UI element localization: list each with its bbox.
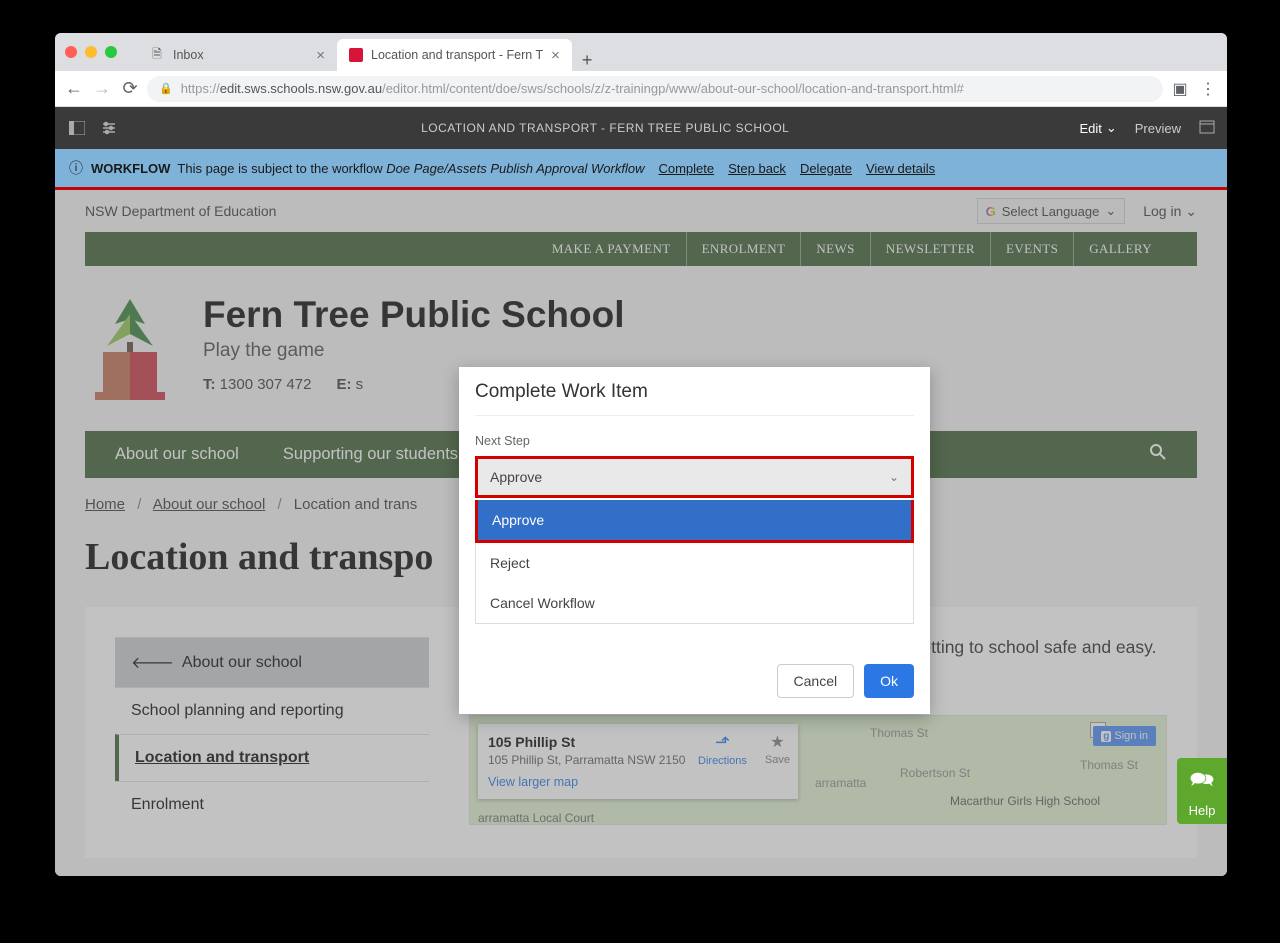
workflow-delegate-link[interactable]: Delegate (800, 161, 852, 176)
new-tab-button[interactable]: + (572, 50, 603, 71)
chevron-down-icon: ⌄ (1106, 120, 1117, 136)
side-panel-icon[interactable] (67, 118, 87, 138)
nav-supporting[interactable]: Supporting our students (283, 445, 458, 465)
browser-window: 🗎 Inbox × Location and transport - Fern … (55, 33, 1227, 876)
settings-icon[interactable] (99, 118, 119, 138)
reload-button[interactable]: ⟳ (119, 78, 141, 99)
workflow-stepback-link[interactable]: Step back (728, 161, 786, 176)
sidebar: 🡐 About our school School planning and r… (115, 637, 429, 828)
dept-label: NSW Department of Education (85, 203, 276, 219)
map-larger-link[interactable]: View larger map (488, 775, 788, 789)
next-step-label: Next Step (475, 434, 914, 448)
close-tab-icon[interactable]: × (551, 47, 560, 64)
utilnav-news[interactable]: NEWS (800, 232, 869, 266)
school-name: Fern Tree Public School (203, 294, 625, 336)
close-tab-icon[interactable]: × (316, 47, 325, 64)
workflow-complete-link[interactable]: Complete (658, 161, 714, 176)
utilnav-gallery[interactable]: GALLERY (1073, 232, 1167, 266)
profile-icon[interactable]: ▣ (1169, 79, 1191, 99)
map-save[interactable]: ★ Save (765, 732, 790, 767)
ok-button[interactable]: Ok (864, 664, 914, 698)
top-strip: NSW Department of Education G Select Lan… (55, 190, 1227, 232)
help-widget[interactable]: 🗪 Help (1177, 758, 1227, 824)
tab-strip: 🗎 Inbox × Location and transport - Fern … (137, 33, 602, 71)
map-signin-button[interactable]: gSign in (1093, 726, 1156, 746)
address-bar: ← → ⟳ 🔒 https://edit.sws.schools.nsw.gov… (55, 71, 1227, 107)
sidebar-item-enrolment[interactable]: Enrolment (115, 781, 429, 828)
workflow-text: WORKFLOW This page is subject to the wor… (91, 161, 644, 176)
sidebar-item-planning[interactable]: School planning and reporting (115, 687, 429, 734)
chat-icon: 🗪 (1190, 765, 1215, 799)
cancel-button[interactable]: Cancel (777, 664, 855, 698)
utilnav-newsletter[interactable]: NEWSLETTER (870, 232, 990, 266)
option-reject[interactable]: Reject (476, 543, 913, 583)
editor-toolbar: LOCATION AND TRANSPORT - FERN TREE PUBLI… (55, 107, 1227, 149)
workflow-notification: ⓘ WORKFLOW This page is subject to the w… (55, 149, 1227, 190)
browser-tabs-bar: 🗎 Inbox × Location and transport - Fern … (55, 33, 1227, 71)
lock-icon: 🔒 (159, 82, 173, 95)
arrow-left-icon: 🡐 (131, 652, 174, 673)
maximize-window-icon[interactable] (105, 46, 117, 58)
google-icon: G (986, 204, 996, 219)
star-icon: ★ (770, 732, 784, 752)
page-info-icon[interactable] (1199, 120, 1215, 137)
nav-about[interactable]: About our school (115, 445, 239, 464)
dialog-title: Complete Work Item (475, 381, 914, 416)
crumb-current: Location and trans (294, 496, 417, 513)
next-step-select[interactable]: Approve ⌄ (478, 459, 911, 495)
url-text: https://edit.sws.schools.nsw.gov.au/edit… (181, 81, 964, 96)
tab-location-transport[interactable]: Location and transport - Fern T × (337, 39, 572, 71)
directions-icon: ⬏ (715, 732, 730, 753)
page-title: LOCATION AND TRANSPORT - FERN TREE PUBLI… (131, 121, 1079, 135)
map-directions[interactable]: ⬏ Directions (698, 732, 747, 767)
window-controls (65, 46, 117, 58)
chevron-down-icon: ⌄ (889, 470, 899, 484)
sidebar-parent[interactable]: 🡐 About our school (115, 637, 429, 687)
school-logo (85, 294, 175, 409)
workflow-details-link[interactable]: View details (866, 161, 935, 176)
utility-nav: MAKE A PAYMENT ENROLMENT NEWS NEWSLETTER… (85, 232, 1197, 266)
embedded-map[interactable]: Thomas St Robertson St Macarthur Girls H… (469, 715, 1167, 825)
tab-title: Inbox (173, 48, 204, 62)
sidebar-item-location[interactable]: Location and transport (115, 734, 429, 781)
map-info-card: 105 Phillip St 105 Phillip St, Parramatt… (478, 724, 798, 799)
page-icon: 🗎 (149, 47, 165, 63)
utilnav-events[interactable]: EVENTS (990, 232, 1073, 266)
browser-menu-icon[interactable]: ⋮ (1197, 79, 1219, 99)
school-tagline: Play the game (203, 340, 625, 362)
info-icon: ⓘ (69, 158, 83, 178)
complete-work-item-dialog: Complete Work Item Next Step Approve ⌄ A… (459, 367, 930, 714)
url-input[interactable]: 🔒 https://edit.sws.schools.nsw.gov.au/ed… (147, 76, 1163, 102)
crumb-about[interactable]: About our school (153, 496, 266, 513)
preview-button[interactable]: Preview (1135, 121, 1181, 136)
utilnav-payment[interactable]: MAKE A PAYMENT (537, 232, 686, 266)
back-button[interactable]: ← (63, 78, 85, 99)
option-approve[interactable]: Approve (478, 500, 911, 540)
language-selector[interactable]: G Select Language ⌄ (977, 198, 1126, 224)
select-value: Approve (490, 469, 542, 485)
option-cancel-workflow[interactable]: Cancel Workflow (476, 583, 913, 623)
page-icon (349, 48, 363, 62)
close-window-icon[interactable] (65, 46, 77, 58)
chevron-down-icon: ⌄ (1185, 203, 1197, 219)
minimize-window-icon[interactable] (85, 46, 97, 58)
utilnav-enrolment[interactable]: ENROLMENT (686, 232, 801, 266)
login-link[interactable]: Log in ⌄ (1143, 203, 1197, 220)
tab-inbox[interactable]: 🗎 Inbox × (137, 39, 337, 71)
edit-mode-dropdown[interactable]: Edit ⌄ (1079, 120, 1116, 136)
forward-button[interactable]: → (91, 78, 113, 99)
chevron-down-icon: ⌄ (1105, 203, 1116, 219)
search-icon[interactable] (1149, 443, 1167, 466)
crumb-home[interactable]: Home (85, 496, 125, 513)
tab-title: Location and transport - Fern T (371, 48, 543, 62)
google-icon: g (1101, 731, 1111, 742)
